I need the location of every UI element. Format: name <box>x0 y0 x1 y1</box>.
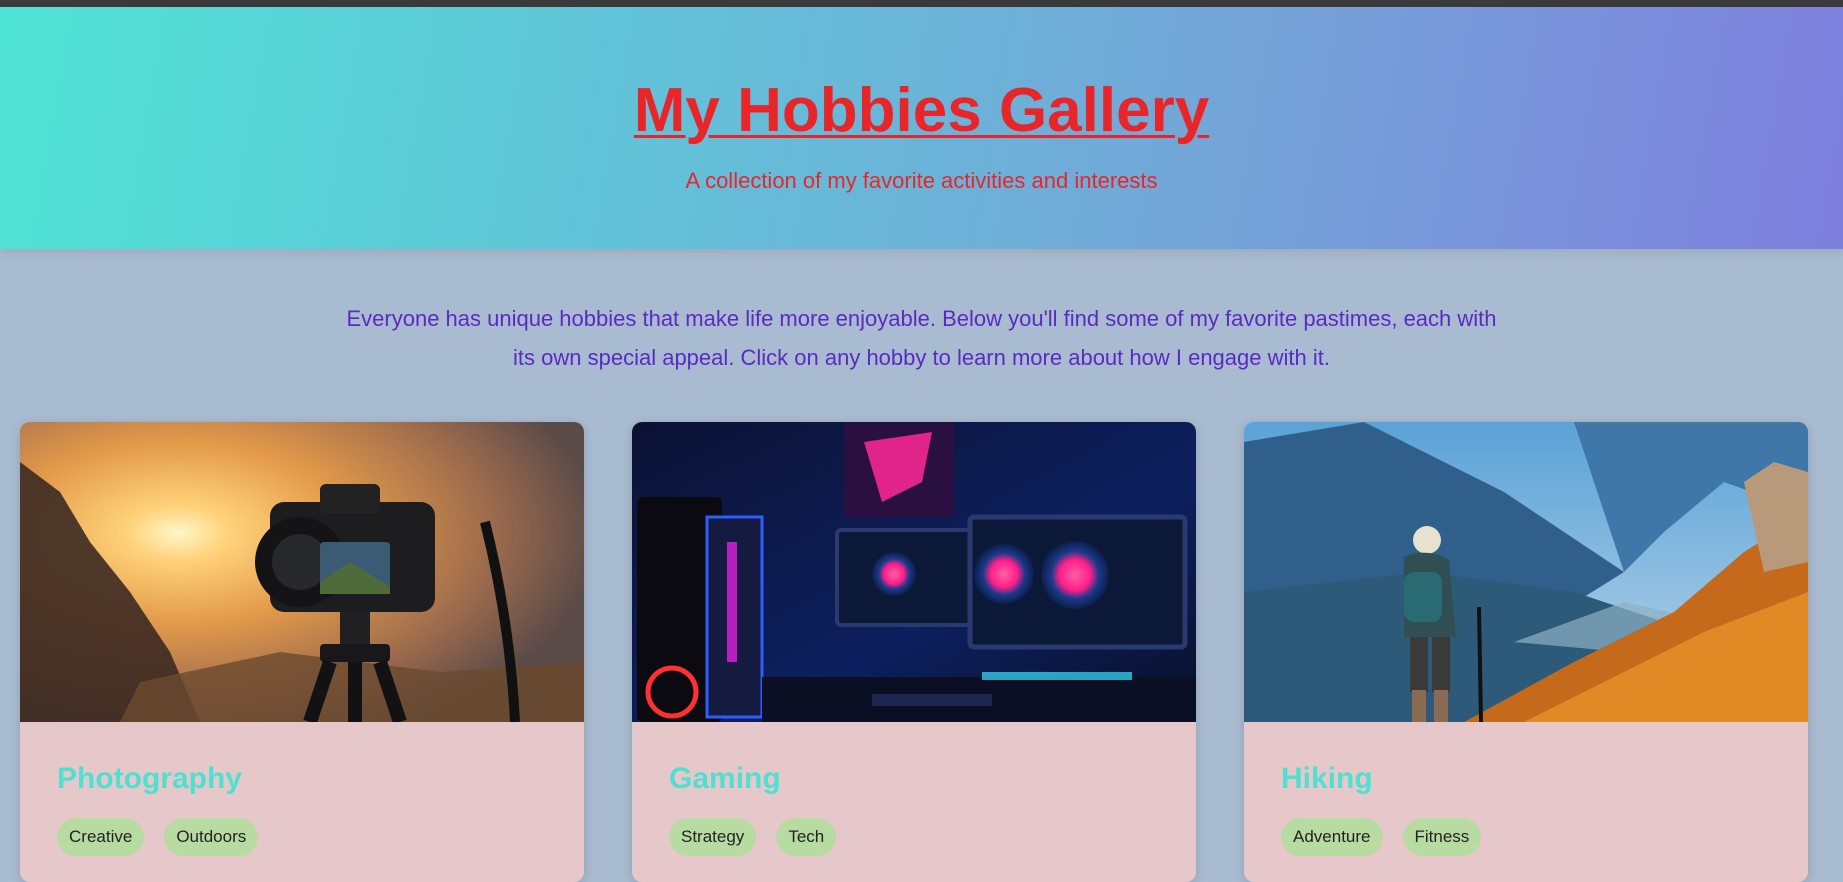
card-body: Photography Creative Outdoors <box>20 722 584 856</box>
hobby-card-hiking[interactable]: Hiking Adventure Fitness <box>1244 422 1808 882</box>
hero-header: My Hobbies Gallery A collection of my fa… <box>0 7 1843 249</box>
page-title[interactable]: My Hobbies Gallery <box>0 7 1843 146</box>
hiking-image[interactable] <box>1244 422 1808 722</box>
card-body: Gaming Strategy Tech <box>632 722 1196 856</box>
hobby-gallery: Photography Creative Outdoors Gaming Str… <box>20 422 1808 882</box>
photography-image[interactable] <box>20 422 584 722</box>
tag[interactable]: Adventure <box>1281 818 1383 856</box>
hobby-card-gaming[interactable]: Gaming Strategy Tech <box>632 422 1196 882</box>
card-title[interactable]: Photography <box>57 762 547 796</box>
gaming-image[interactable] <box>632 422 1196 722</box>
tag[interactable]: Strategy <box>669 818 757 856</box>
card-body: Hiking Adventure Fitness <box>1244 722 1808 856</box>
hobby-card-photography[interactable]: Photography Creative Outdoors <box>20 422 584 882</box>
intro-paragraph: Everyone has unique hobbies that make li… <box>346 306 1497 370</box>
tag-list: Creative Outdoors <box>57 818 547 856</box>
card-title[interactable]: Hiking <box>1281 762 1771 796</box>
tag[interactable]: Tech <box>776 818 837 856</box>
tag-list: Strategy Tech <box>669 818 1159 856</box>
page-subtitle: A collection of my favorite activities a… <box>685 168 1158 194</box>
tag-list: Adventure Fitness <box>1281 818 1771 856</box>
tag[interactable]: Creative <box>57 818 145 856</box>
browser-top-bar <box>0 0 1843 7</box>
tag[interactable]: Outdoors <box>164 818 259 856</box>
card-title[interactable]: Gaming <box>669 762 1159 796</box>
tag[interactable]: Fitness <box>1402 818 1482 856</box>
